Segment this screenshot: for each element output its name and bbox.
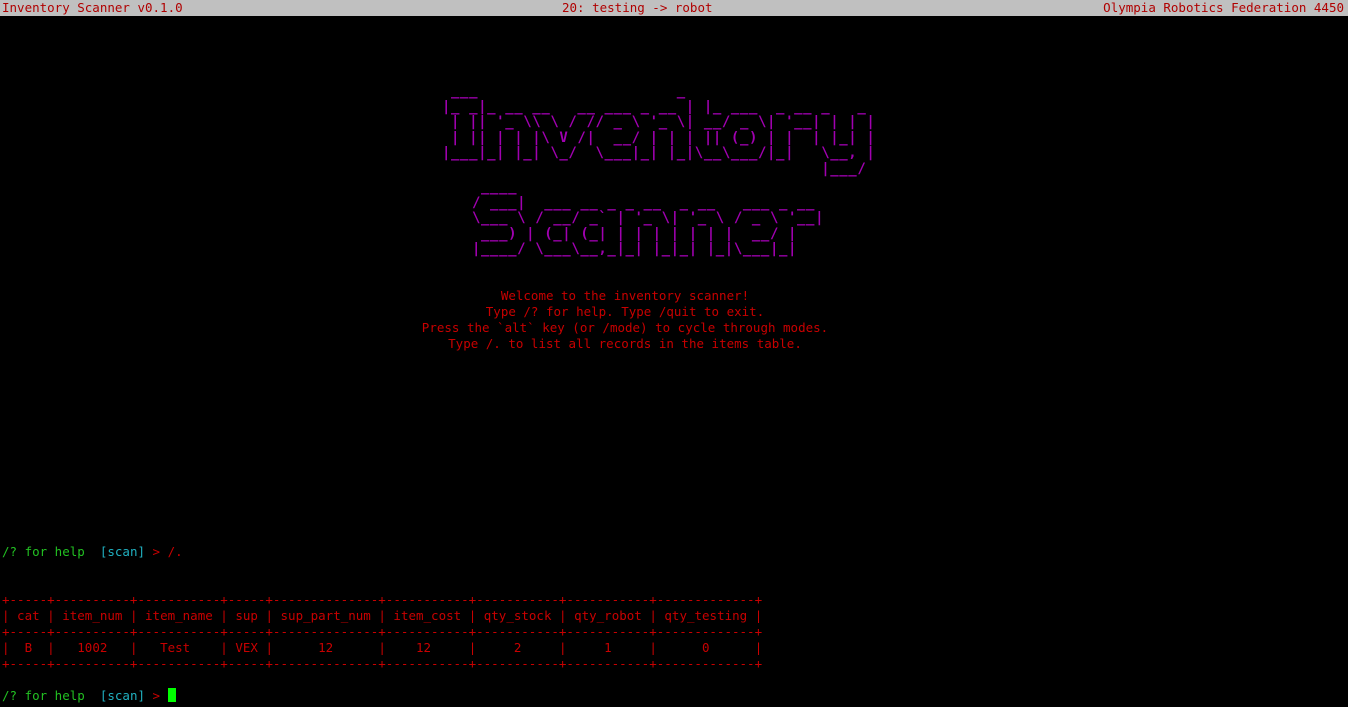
- history-prompt-line: /? for help [scan] > /.: [2, 544, 183, 560]
- welcome-line-1: Welcome to the inventory scanner!: [500, 288, 750, 303]
- column-header-qty-stock: qty_stock: [476, 608, 560, 623]
- column-header-item-num: item_num: [54, 608, 130, 623]
- mode-indicator: [scan]: [99, 544, 146, 559]
- column-header-sup-part-num: sup_part_num: [273, 608, 379, 623]
- welcome-line-2: Type /? for help. Type /quit to exit.: [485, 304, 765, 319]
- table-cell-item-cost: 12: [385, 640, 469, 655]
- help-hint: /? for help: [2, 544, 85, 559]
- table-cell-cat: B: [9, 640, 48, 655]
- table-cell-sup-part-num: 12: [273, 640, 379, 655]
- table-cell-qty-testing: 0: [656, 640, 755, 655]
- active-prompt-line[interactable]: /? for help [scan] >: [2, 688, 176, 704]
- banner-scanner: ____ / ___| ___ __ _ _ __ _ __ ___ _ __ …: [472, 179, 825, 257]
- column-header-item-name: item_name: [137, 608, 221, 623]
- table-cell-item-name: Test: [137, 640, 221, 655]
- banner-inventory: ___ _ |_ _|_ __ __ __ ___ _ __ | |_ ___ …: [442, 83, 876, 177]
- entered-command: /.: [167, 544, 183, 559]
- column-header-qty-testing: qty_testing: [656, 608, 755, 623]
- column-header-cat: cat: [9, 608, 48, 623]
- prompt-arrow: >: [152, 544, 161, 559]
- welcome-line-4: Type /. to list all records in the items…: [448, 336, 802, 351]
- table-border: +-----+----------+-----------+-----+----…: [2, 624, 763, 639]
- status-bar: Inventory Scanner v0.1.0 20: testing -> …: [0, 0, 1348, 16]
- help-hint: /? for help: [2, 688, 85, 703]
- welcome-line-3: Press the `alt` key (or /mode) to cycle …: [421, 320, 829, 335]
- table-cell-sup: VEX: [227, 640, 266, 655]
- organization-name: Olympia Robotics Federation 4450: [1103, 0, 1344, 15]
- app-title: Inventory Scanner v0.1.0: [2, 0, 183, 15]
- column-header-qty-robot: qty_robot: [566, 608, 650, 623]
- table-cell-item-num: 1002: [54, 640, 130, 655]
- table-border: +-----+----------+-----------+-----+----…: [2, 656, 763, 671]
- table-header-row: | cat | item_num | item_name | sup | sup…: [2, 608, 763, 623]
- terminal-screen: Inventory Scanner v0.1.0 20: testing -> …: [0, 0, 1348, 707]
- column-header-sup: sup: [227, 608, 266, 623]
- text-cursor: [167, 688, 176, 702]
- transfer-mode: 20: testing -> robot: [562, 0, 713, 15]
- mode-indicator: [scan]: [99, 688, 146, 703]
- table-cell-qty-stock: 2: [476, 640, 560, 655]
- table-border: +-----+----------+-----------+-----+----…: [2, 592, 763, 607]
- prompt-arrow: >: [152, 688, 161, 703]
- column-header-item-cost: item_cost: [385, 608, 469, 623]
- table-cell-qty-robot: 1: [566, 640, 650, 655]
- table-row: | B | 1002 | Test | VEX | 12 | 12 | 2 | …: [2, 640, 763, 655]
